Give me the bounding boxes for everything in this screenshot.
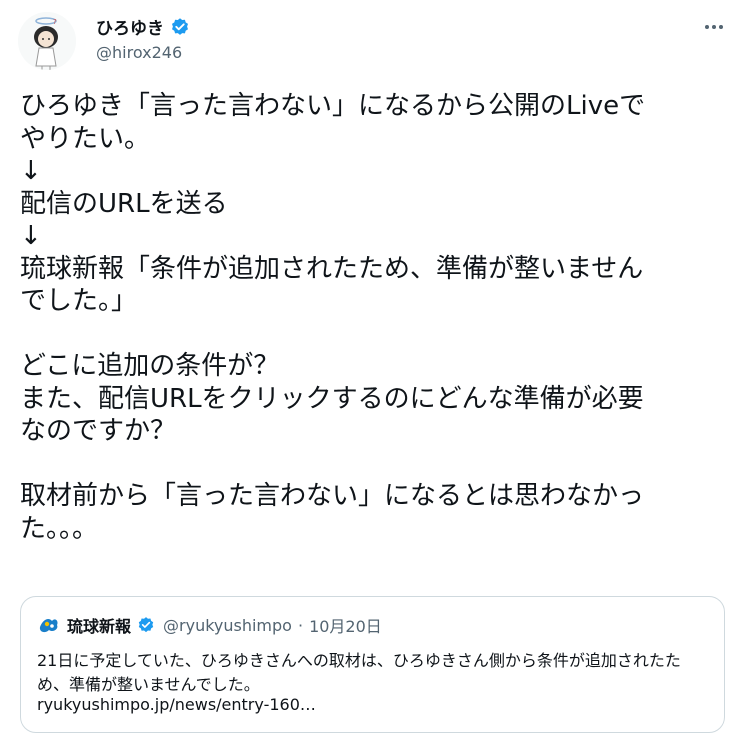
quote-avatar[interactable] — [37, 613, 61, 637]
quote-handle[interactable]: @ryukyushimpo — [163, 616, 292, 635]
quote-display-name[interactable]: 琉球新報 — [67, 613, 131, 637]
quote-date[interactable]: 10月20日 — [309, 613, 382, 637]
display-name[interactable]: ひろゆき — [96, 14, 164, 39]
more-options-icon[interactable] — [699, 12, 729, 42]
quote-link[interactable]: ryukyushimpo.jp/news/entry-160… — [37, 695, 316, 714]
avatar[interactable]: ? — [18, 12, 76, 70]
tweet: ? ひろゆき @hirox246 ひろゆき「言った言わない」になるから公開のLi… — [0, 0, 745, 745]
quote-separator: · — [297, 615, 304, 635]
author-handle[interactable]: @hirox246 — [96, 43, 182, 62]
tweet-text: ひろゆき「言った言わない」になるから公開のLiveで やりたい。 ↓ 配信のUR… — [20, 91, 646, 544]
quoted-tweet[interactable]: 琉球新報 @ryukyushimpo · 10月20日 21日に予定していた、ひ… — [20, 596, 725, 733]
quote-text: 21日に予定していた、ひろゆきさんへの取材は、ひろゆきさん側から条件が追加された… — [37, 651, 681, 694]
quote-verified-badge-icon — [137, 616, 155, 634]
verified-badge-icon — [170, 17, 190, 37]
quoted-tweet-header: 琉球新報 @ryukyushimpo · 10月20日 — [37, 613, 382, 637]
svg-text:?: ? — [53, 18, 57, 26]
author-name-row[interactable]: ひろゆき — [96, 14, 190, 39]
